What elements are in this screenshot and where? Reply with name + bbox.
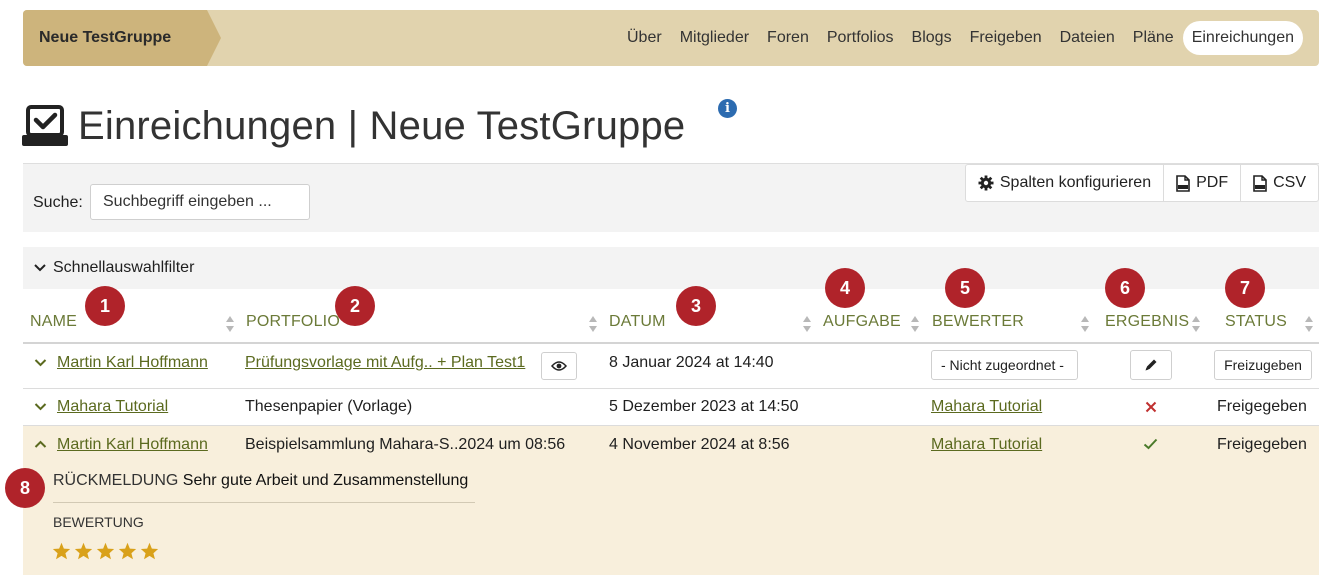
submitter-name-link[interactable]: Martin Karl Hoffmann	[57, 436, 208, 454]
submissions-icon	[22, 105, 68, 146]
column-header-portfolio[interactable]: PORTFOLIO	[246, 313, 340, 331]
submission-date: 5 Dezember 2023 at 14:50	[609, 398, 799, 415]
nav-item-plaene[interactable]: Pläne	[1124, 21, 1183, 55]
page-title: Einreichungen | Neue TestGruppe	[78, 103, 686, 148]
column-header-aufgabe[interactable]: AUFGABE	[823, 313, 901, 331]
feedback-section: RÜCKMELDUNG Sehr gute Arbeit und Zusamme…	[53, 472, 468, 490]
callout-badge-5: 5	[945, 268, 985, 308]
column-header-name[interactable]: NAME	[30, 313, 77, 331]
quick-filter-label: Schnellauswahlfilter	[53, 259, 195, 276]
nav-item-freigeben[interactable]: Freigeben	[961, 21, 1051, 55]
callout-badge-1: 1	[85, 286, 125, 326]
nav-item-foren[interactable]: Foren	[758, 21, 818, 55]
info-icon[interactable]: i	[718, 99, 737, 118]
rating-label: BEWERTUNG	[53, 514, 144, 530]
nav-item-dateien[interactable]: Dateien	[1051, 21, 1124, 55]
chevron-up-icon[interactable]	[34, 439, 47, 449]
nav-item-mitglieder[interactable]: Mitglieder	[671, 21, 758, 55]
sort-icon[interactable]	[225, 314, 235, 334]
chevron-down-icon[interactable]	[34, 402, 47, 412]
portfolio-title: Beispielsammlung Mahara-S..2024 um 08:56	[245, 436, 566, 453]
callout-badge-8: 8	[5, 468, 45, 508]
feedback-label: RÜCKMELDUNG	[53, 472, 179, 489]
feedback-text: Sehr gute Arbeit und Zusammenstellung	[182, 472, 469, 489]
configure-columns-button[interactable]: Spalten konfigurieren	[966, 165, 1165, 201]
group-navigation-bar: Neue TestGruppe Über Mitglieder Foren Po…	[23, 10, 1319, 66]
table-row: Mahara Tutorial Thesenpapier (Vorlage) 5…	[23, 389, 1319, 426]
callout-badge-7: 7	[1225, 268, 1265, 308]
pdf-file-icon	[1176, 174, 1190, 192]
star-icon	[140, 542, 159, 560]
nav-item-einreichungen[interactable]: Einreichungen	[1182, 21, 1303, 55]
nav-item-blogs[interactable]: Blogs	[903, 21, 961, 55]
group-name: Neue TestGruppe	[39, 29, 172, 46]
pdf-export-button[interactable]: PDF	[1164, 165, 1242, 201]
feedback-divider	[53, 502, 475, 503]
star-icon	[96, 542, 115, 560]
submitter-name-link[interactable]: Martin Karl Hoffmann	[57, 354, 208, 372]
assessor-link[interactable]: Mahara Tutorial	[931, 398, 1042, 416]
sort-icon[interactable]	[802, 314, 812, 334]
column-header-status[interactable]: STATUS	[1225, 313, 1287, 331]
sort-icon[interactable]	[910, 314, 920, 334]
callout-badge-2: 2	[335, 286, 375, 326]
preview-button[interactable]	[541, 352, 577, 380]
star-icon	[118, 542, 137, 560]
portfolio-link[interactable]: Prüfungsvorlage mit Aufg.. + Plan Test1	[245, 354, 525, 372]
sort-icon[interactable]	[1191, 314, 1201, 334]
star-rating	[52, 542, 159, 560]
callout-badge-3: 3	[676, 286, 716, 326]
check-icon	[1143, 438, 1158, 450]
chevron-down-icon	[34, 264, 46, 272]
csv-label: CSV	[1273, 174, 1306, 191]
submitter-name-link[interactable]: Mahara Tutorial	[57, 398, 168, 416]
star-icon	[52, 542, 71, 560]
group-nav-menu: Über Mitglieder Foren Portfolios Blogs F…	[618, 10, 1303, 66]
pdf-label: PDF	[1196, 174, 1229, 191]
assessor-link[interactable]: Mahara Tutorial	[931, 436, 1042, 454]
eye-icon	[551, 361, 567, 371]
table-row-expanded: Martin Karl Hoffmann Beispielsammlung Ma…	[23, 426, 1319, 575]
release-button[interactable]: Freizugeben	[1214, 350, 1312, 380]
edit-result-button[interactable]	[1130, 350, 1172, 380]
callout-badge-6: 6	[1105, 268, 1145, 308]
star-icon	[74, 542, 93, 560]
search-label: Suche:	[33, 194, 83, 211]
submission-date: 8 Januar 2024 at 14:40	[609, 354, 774, 371]
sort-icon[interactable]	[1304, 314, 1314, 334]
submission-date: 4 November 2024 at 8:56	[609, 436, 790, 453]
callout-badge-4: 4	[825, 268, 865, 308]
nav-item-ueber[interactable]: Über	[618, 21, 671, 55]
assessor-select[interactable]: - Nicht zugeordnet -	[931, 350, 1078, 380]
column-header-datum[interactable]: DATUM	[609, 313, 666, 331]
search-panel: Suche: Spalten konfigurieren	[23, 163, 1319, 232]
csv-export-button[interactable]: CSV	[1241, 165, 1318, 201]
configure-columns-label: Spalten konfigurieren	[999, 174, 1152, 191]
chevron-down-icon[interactable]	[34, 358, 47, 368]
export-toolbar: Spalten konfigurieren PDF CSV	[964, 164, 1319, 202]
sort-icon[interactable]	[588, 314, 598, 334]
page-header: Einreichungen | Neue TestGruppe	[22, 96, 685, 156]
table-row: Martin Karl Hoffmann Prüfungsvorlage mit…	[23, 344, 1319, 389]
column-header-ergebnis[interactable]: ERGEBNIS	[1105, 313, 1189, 331]
nav-item-portfolios[interactable]: Portfolios	[818, 21, 903, 55]
sort-icon[interactable]	[1080, 314, 1090, 334]
column-header-bewerter[interactable]: BEWERTER	[932, 313, 1024, 331]
group-name-tab[interactable]: Neue TestGruppe	[23, 10, 221, 66]
status-text: Freigegeben	[1217, 436, 1307, 453]
status-text: Freigegeben	[1217, 398, 1307, 415]
portfolio-title: Thesenpapier (Vorlage)	[245, 398, 413, 415]
cross-icon	[1145, 401, 1157, 413]
gear-icon	[978, 175, 994, 191]
search-input[interactable]	[90, 184, 310, 220]
pencil-icon	[1145, 359, 1157, 371]
csv-file-icon	[1253, 174, 1267, 192]
